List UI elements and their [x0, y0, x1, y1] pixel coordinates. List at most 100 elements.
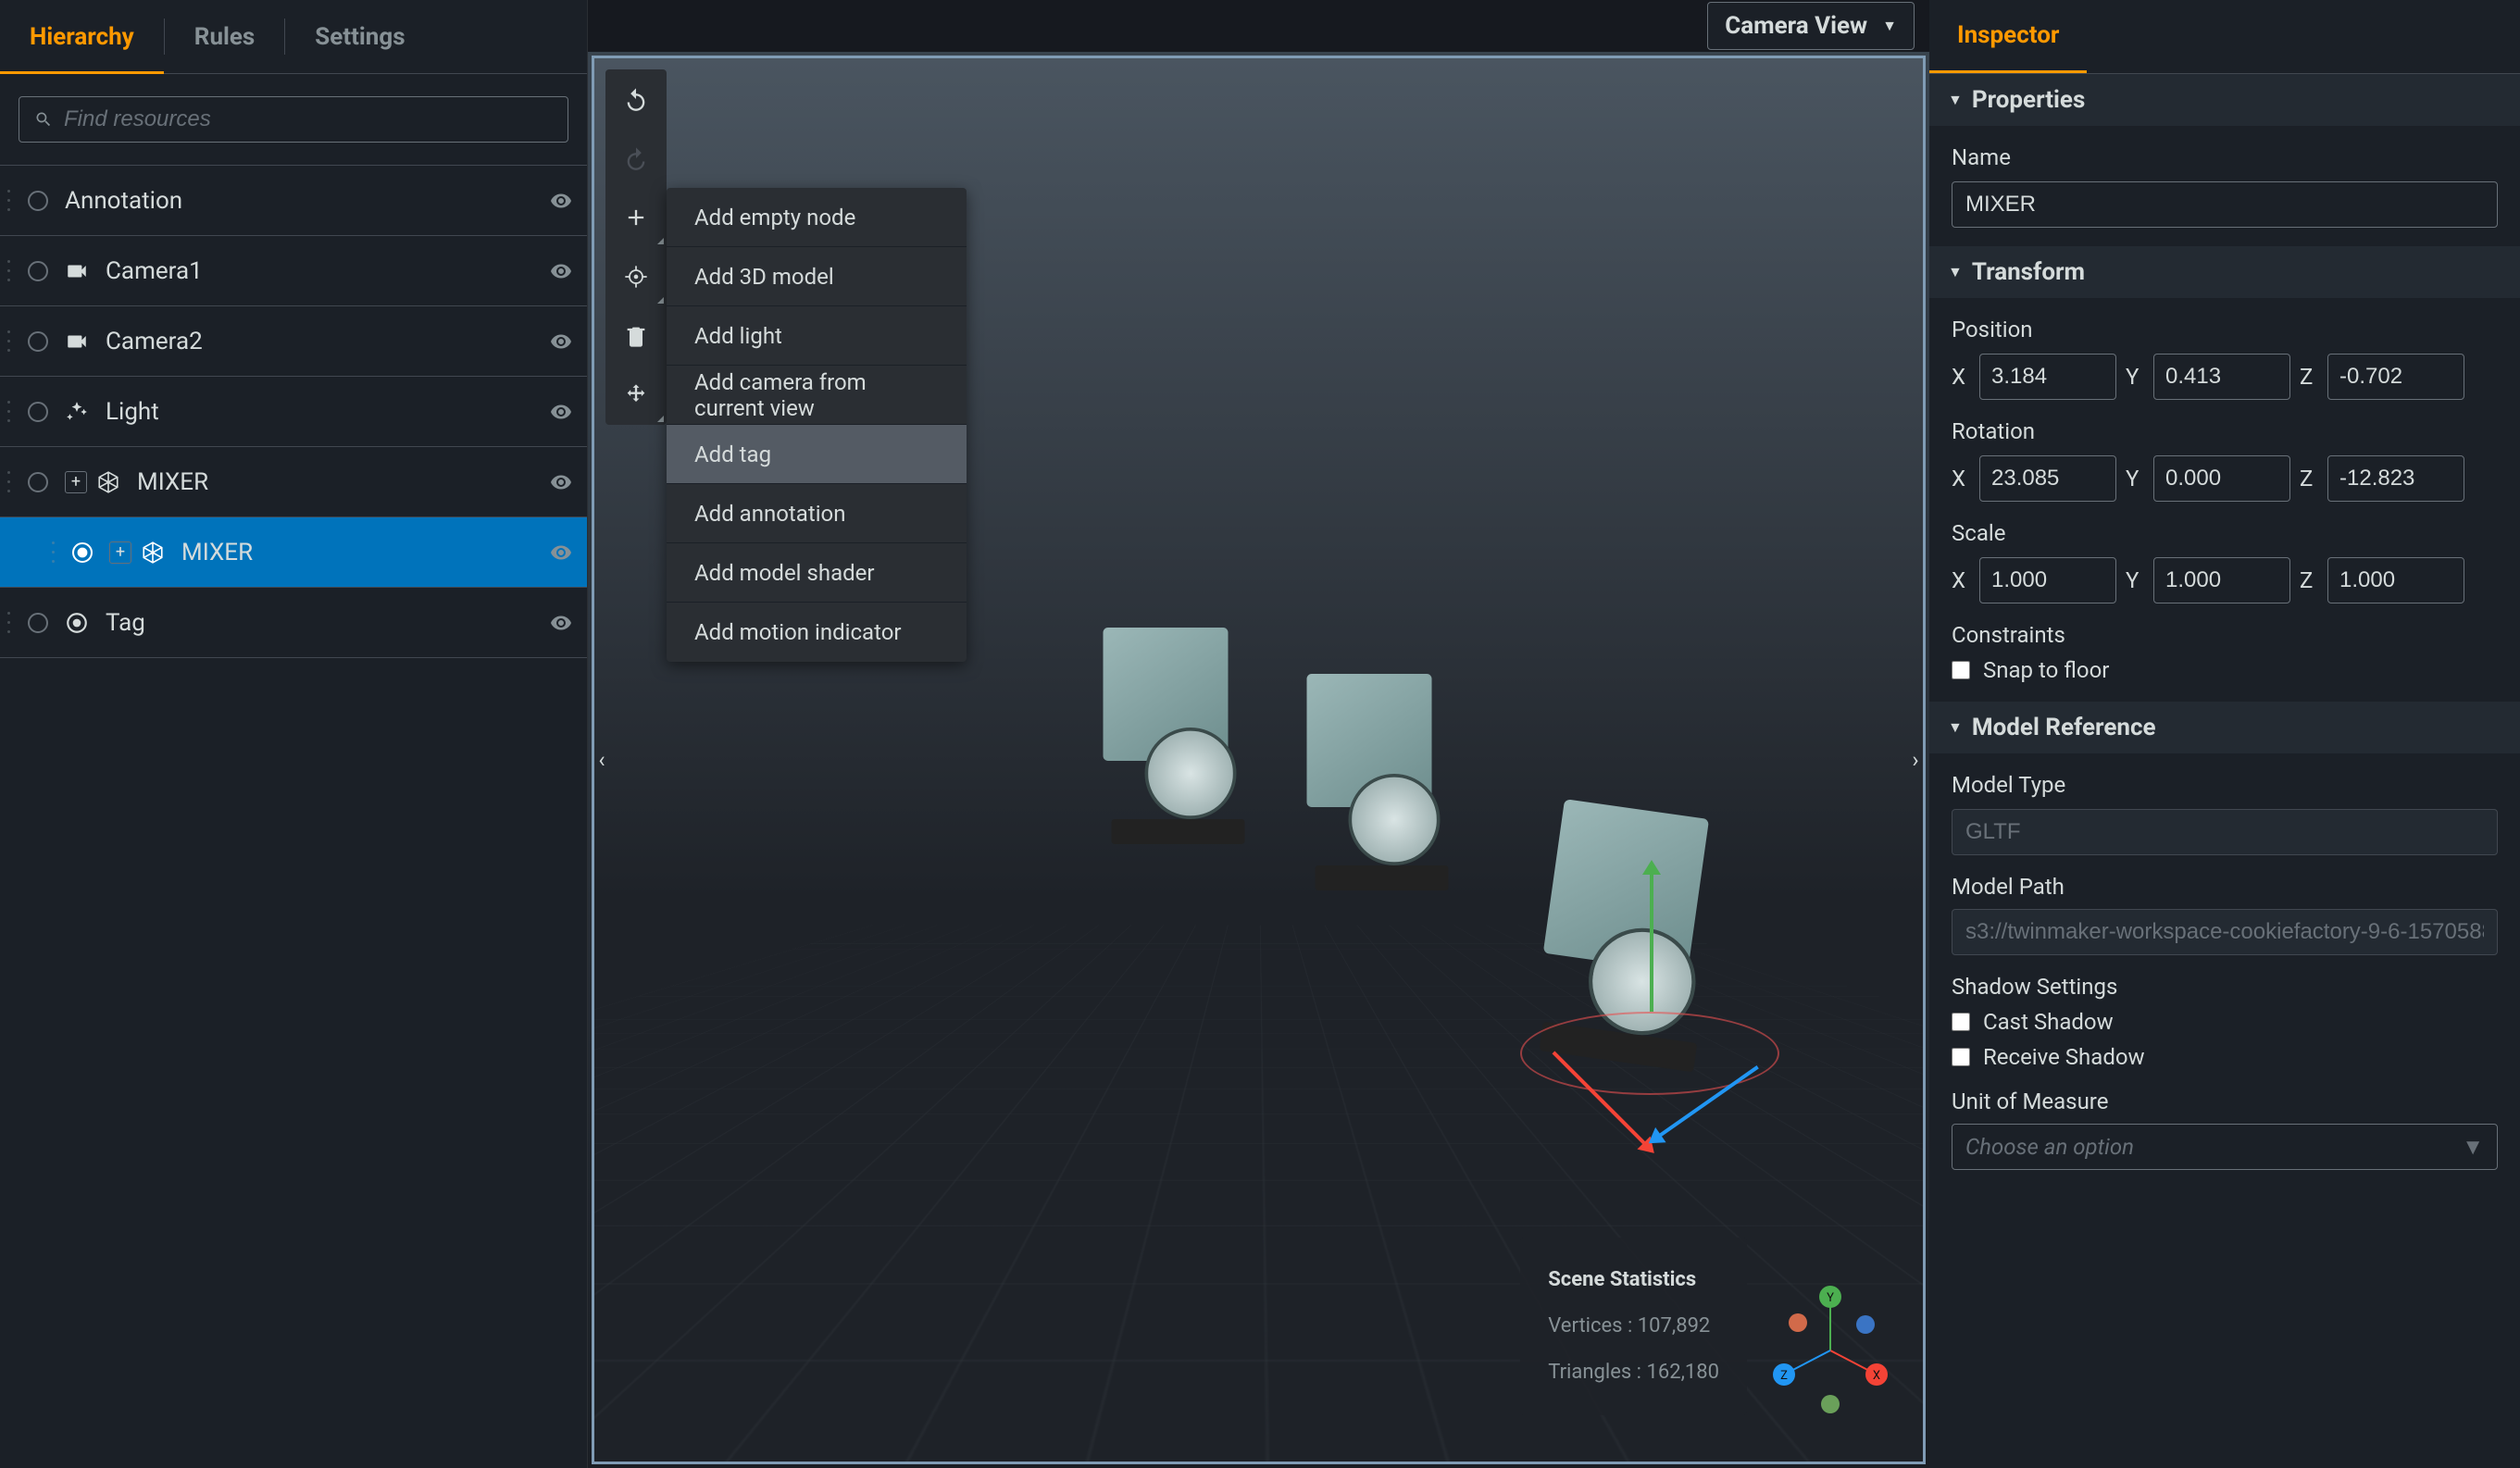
delete-button[interactable]: [605, 306, 667, 366]
tab-settings[interactable]: Settings: [285, 0, 434, 73]
light-icon: [65, 400, 89, 424]
shadow-settings-label: Shadow Settings: [1952, 974, 2498, 1000]
menu-add-3d-model[interactable]: Add 3D model: [667, 247, 967, 306]
cast-shadow-checkbox[interactable]: Cast Shadow: [1952, 1009, 2498, 1035]
unit-of-measure-select[interactable]: Choose an option ▼: [1952, 1124, 2498, 1170]
rotation-label: Rotation: [1952, 418, 2498, 444]
camera-view-dropdown[interactable]: Camera View ▼: [1707, 2, 1915, 50]
rotation-x-input[interactable]: [1979, 455, 2116, 502]
inspector-tabs: Inspector: [1929, 0, 2520, 74]
menu-add-light[interactable]: Add light: [667, 306, 967, 366]
hierarchy-item-annotation[interactable]: Annotation: [0, 166, 587, 236]
position-z-input[interactable]: [2327, 354, 2464, 400]
menu-add-annotation[interactable]: Add annotation: [667, 484, 967, 543]
radio-icon[interactable]: [28, 402, 48, 422]
hierarchy-item-camera1[interactable]: Camera1: [0, 236, 587, 306]
viewport-3d[interactable]: Add empty node Add 3D model Add light Ad…: [592, 56, 1926, 1464]
search-box[interactable]: [19, 96, 568, 143]
node-label: MIXER: [181, 539, 550, 566]
visibility-icon[interactable]: [550, 401, 572, 423]
radio-icon[interactable]: [28, 261, 48, 281]
stats-title: Scene Statistics: [1548, 1260, 1719, 1300]
camera-icon: [65, 330, 89, 354]
section-model-reference-header[interactable]: ▼ Model Reference: [1929, 702, 2520, 753]
caret-down-icon: ▼: [1948, 91, 1963, 109]
rotation-z-input[interactable]: [2327, 455, 2464, 502]
node-label: Camera1: [106, 257, 550, 285]
expand-icon[interactable]: +: [109, 541, 131, 564]
hierarchy-item-tag[interactable]: Tag: [0, 588, 587, 658]
inspector-panel: Inspector ▼ Properties Name ▼ Transform …: [1929, 0, 2520, 1468]
caret-down-icon: ▼: [1948, 263, 1963, 281]
node-label: Camera2: [106, 328, 550, 355]
hierarchy-item-mixer[interactable]: + MIXER: [0, 447, 587, 517]
position-x-input[interactable]: [1979, 354, 2116, 400]
scale-y-input[interactable]: [2153, 557, 2290, 603]
camera-icon: [65, 259, 89, 283]
receive-shadow-checkbox[interactable]: Receive Shadow: [1952, 1044, 2498, 1070]
redo-button[interactable]: [605, 129, 667, 188]
menu-add-motion-indicator[interactable]: Add motion indicator: [667, 603, 967, 662]
menu-add-model-shader[interactable]: Add model shader: [667, 543, 967, 603]
model-type-label: Model Type: [1952, 772, 2498, 798]
tag-icon: [65, 611, 89, 635]
model-path-input: [1952, 909, 2498, 955]
tab-inspector[interactable]: Inspector: [1929, 0, 2087, 73]
hierarchy-item-camera2[interactable]: Camera2: [0, 306, 587, 377]
search-input[interactable]: [64, 106, 553, 132]
node-label: MIXER: [137, 468, 550, 496]
visibility-icon[interactable]: [550, 471, 572, 493]
menu-add-camera[interactable]: Add camera from current view: [667, 366, 967, 425]
scale-x-input[interactable]: [1979, 557, 2116, 603]
visibility-icon[interactable]: [550, 330, 572, 353]
radio-icon[interactable]: [28, 191, 48, 211]
radio-icon[interactable]: [28, 613, 48, 633]
visibility-icon[interactable]: [550, 541, 572, 564]
undo-button[interactable]: [605, 69, 667, 129]
menu-add-empty-node[interactable]: Add empty node: [667, 188, 967, 247]
collapse-left-button[interactable]: ‹: [592, 723, 613, 797]
radio-icon[interactable]: [72, 542, 93, 563]
search-icon: [34, 110, 53, 129]
caret-down-icon: ▼: [2462, 1134, 2484, 1161]
move-button[interactable]: [605, 366, 667, 425]
hierarchy-item-light[interactable]: Light: [0, 377, 587, 447]
cube-icon: [141, 541, 165, 565]
target-button[interactable]: [605, 247, 667, 306]
position-y-input[interactable]: [2153, 354, 2290, 400]
axis-gizmo[interactable]: Y X Z: [1765, 1286, 1895, 1415]
viewport-toolbar: [605, 69, 667, 425]
tab-hierarchy[interactable]: Hierarchy: [0, 0, 164, 73]
visibility-icon[interactable]: [550, 260, 572, 282]
collapse-right-button[interactable]: ›: [1904, 723, 1926, 797]
section-properties-header[interactable]: ▼ Properties: [1929, 74, 2520, 126]
svg-text:Y: Y: [1827, 1291, 1834, 1305]
tab-rules[interactable]: Rules: [165, 0, 285, 73]
name-label: Name: [1952, 144, 2498, 170]
caret-down-icon: ▼: [1948, 718, 1963, 737]
radio-icon[interactable]: [28, 331, 48, 352]
radio-icon[interactable]: [28, 472, 48, 492]
scene-statistics: Scene Statistics Vertices : 107,892 Tria…: [1520, 1238, 1747, 1415]
visibility-icon[interactable]: [550, 190, 572, 212]
unit-of-measure-label: Unit of Measure: [1952, 1089, 2498, 1114]
expand-icon[interactable]: +: [65, 471, 87, 493]
node-label: Annotation: [65, 187, 550, 215]
hierarchy-item-mixer-child[interactable]: + MIXER: [0, 517, 587, 588]
model-mixer[interactable]: [1087, 628, 1279, 877]
hierarchy-panel: Hierarchy Rules Settings Annotation Came…: [0, 0, 588, 1468]
model-mixer[interactable]: [1291, 674, 1482, 924]
visibility-icon[interactable]: [550, 612, 572, 634]
viewport-header: Camera View ▼: [588, 0, 1929, 52]
add-button[interactable]: [605, 188, 667, 247]
snap-to-floor-checkbox[interactable]: Snap to floor: [1952, 657, 2498, 683]
name-input[interactable]: [1952, 181, 2498, 228]
section-transform-header[interactable]: ▼ Transform: [1929, 246, 2520, 298]
rotation-y-input[interactable]: [2153, 455, 2290, 502]
menu-add-tag[interactable]: Add tag: [667, 425, 967, 484]
scale-z-input[interactable]: [2327, 557, 2464, 603]
left-tabs: Hierarchy Rules Settings: [0, 0, 587, 74]
model-mixer-selected[interactable]: [1505, 796, 1767, 1116]
caret-down-icon: ▼: [1882, 17, 1897, 35]
model-path-label: Model Path: [1952, 874, 2498, 900]
